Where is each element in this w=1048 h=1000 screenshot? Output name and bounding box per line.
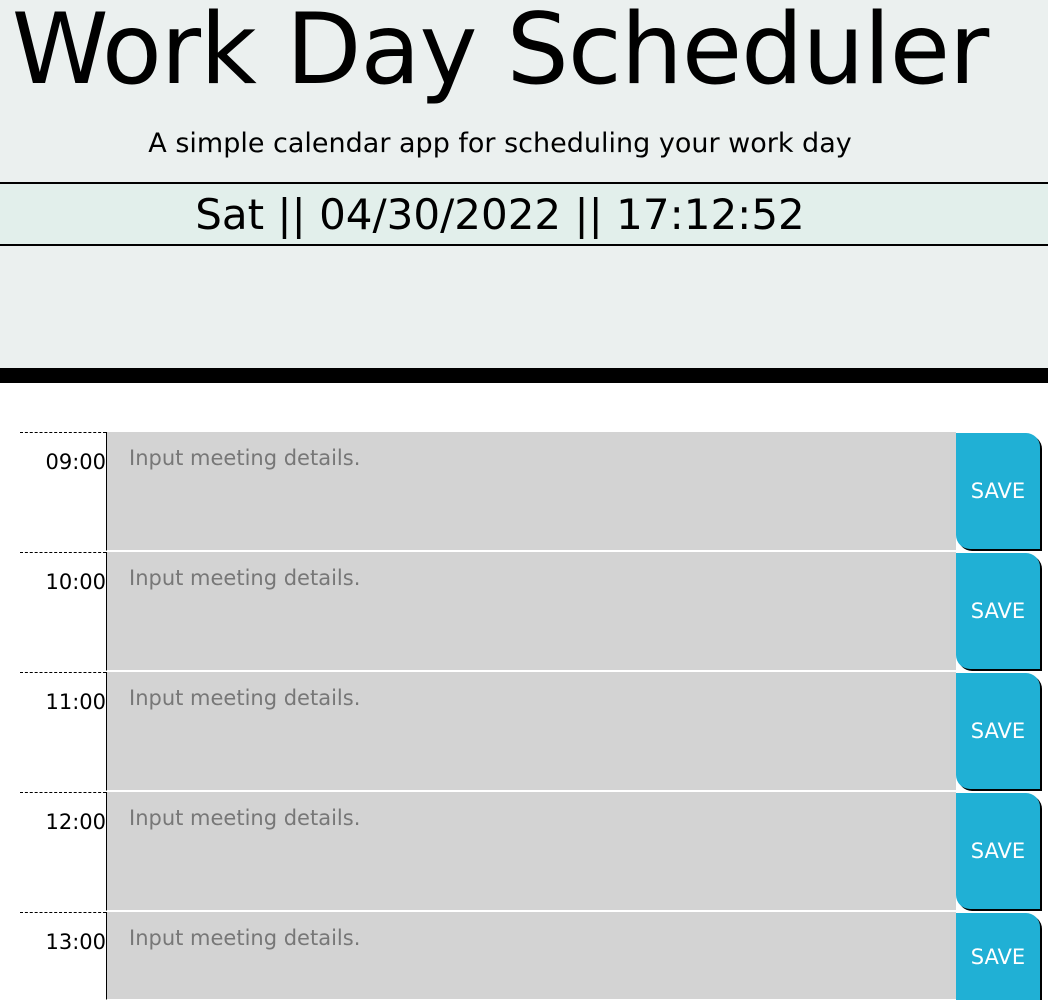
current-datetime: Sat || 04/30/2022 || 17:12:52 [195,190,805,239]
meeting-details-input[interactable] [106,552,956,671]
hour-label: 12:00 [20,792,106,912]
hour-label: 10:00 [20,552,106,672]
meeting-details-input[interactable] [106,432,956,551]
header-divider [0,368,1048,383]
app-subtitle: A simple calendar app for scheduling you… [148,128,852,159]
time-block-13: 13:00 SAVE [20,912,1048,1000]
hour-label: 13:00 [20,912,106,1000]
hour-label: 09:00 [20,432,106,552]
save-button[interactable]: SAVE [956,793,1040,909]
save-button[interactable]: SAVE [956,553,1040,669]
meeting-details-input[interactable] [106,672,956,791]
meeting-details-input[interactable] [106,912,956,1000]
meeting-details-input[interactable] [106,792,956,911]
time-block-11: 11:00 SAVE [20,672,1048,792]
time-block-12: 12:00 SAVE [20,792,1048,912]
hour-label: 11:00 [20,672,106,792]
save-button[interactable]: SAVE [956,913,1040,1000]
save-button[interactable]: SAVE [956,433,1040,549]
current-day-bar: Sat || 04/30/2022 || 17:12:52 [0,182,1048,246]
header: Work Day Scheduler A simple calendar app… [0,0,1048,368]
time-block-09: 09:00 SAVE [20,432,1048,552]
time-block-10: 10:00 SAVE [20,552,1048,672]
app-title: Work Day Scheduler [11,0,990,107]
save-button[interactable]: SAVE [956,673,1040,789]
